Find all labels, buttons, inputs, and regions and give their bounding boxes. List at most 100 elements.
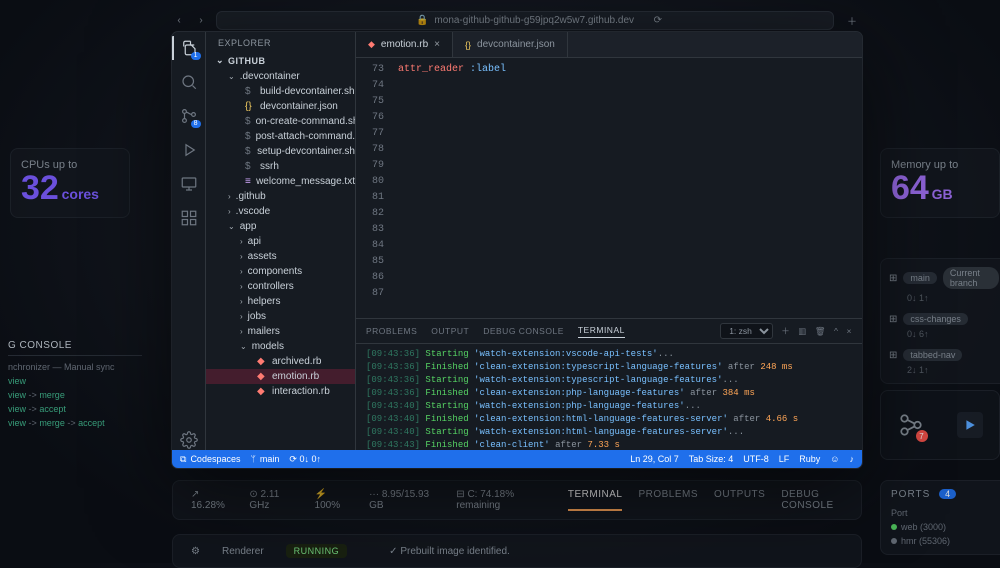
maximize-panel-icon[interactable]: ^ bbox=[834, 326, 839, 336]
tree-item[interactable]: ◆emotion.rb bbox=[206, 369, 355, 384]
metrics-tab[interactable]: DEBUG CONSOLE bbox=[781, 489, 843, 511]
tree-item[interactable]: $ on-create-command.sh bbox=[206, 114, 355, 129]
status-item[interactable]: Ln 29, Col 7 bbox=[630, 454, 679, 464]
close-panel-icon[interactable]: × bbox=[847, 326, 852, 336]
back-button[interactable]: ‹ bbox=[172, 15, 186, 26]
tree-label: helpers bbox=[248, 296, 281, 307]
address-bar[interactable]: 🔒 mona-github-github-g59jpq2w5w7.github.… bbox=[216, 11, 834, 30]
chevron-icon: ⌄ bbox=[240, 342, 247, 351]
graph-icon: 7 bbox=[898, 412, 924, 438]
repo-name: GITHUB bbox=[228, 56, 266, 66]
tree-item[interactable]: ›jobs bbox=[206, 309, 355, 324]
file-icon: $ bbox=[245, 116, 251, 127]
tree-item[interactable]: ›assets bbox=[206, 249, 355, 264]
play-button[interactable] bbox=[957, 412, 983, 438]
forward-button[interactable]: › bbox=[194, 15, 208, 26]
tree-item[interactable]: {}devcontainer.json bbox=[206, 99, 355, 114]
branch-row[interactable]: ⊞ css-changes bbox=[889, 313, 999, 325]
tree-item[interactable]: ⌄.devcontainer bbox=[206, 69, 355, 84]
lock-icon: 🔒 bbox=[416, 15, 428, 26]
explorer-icon[interactable]: 1 bbox=[179, 38, 199, 58]
tree-item[interactable]: $setup-devcontainer.sh bbox=[206, 144, 355, 159]
close-icon[interactable]: × bbox=[434, 39, 440, 50]
branch-icon: ᛘ bbox=[250, 454, 255, 464]
tree-item[interactable]: ›.github bbox=[206, 189, 355, 204]
editor-tab[interactable]: ◆ emotion.rb× bbox=[356, 32, 453, 57]
tree-item[interactable]: ⌄models bbox=[206, 339, 355, 354]
sync-subtitle: nchronizer — Manual sync bbox=[8, 360, 142, 374]
shell-selector[interactable]: 1: zsh bbox=[720, 323, 773, 339]
cpu-unit: cores bbox=[62, 186, 99, 202]
port-row[interactable]: hmr (55306) bbox=[891, 536, 997, 546]
code-line[interactable]: attr_reader :label bbox=[398, 62, 862, 78]
status-item[interactable]: ☺ bbox=[830, 454, 839, 464]
tree-item[interactable]: $ssrh bbox=[206, 159, 355, 174]
port-row[interactable]: web (3000) bbox=[891, 522, 997, 532]
status-item[interactable]: LF bbox=[779, 454, 790, 464]
tree-item[interactable]: ›mailers bbox=[206, 324, 355, 339]
source-control-icon[interactable]: 8 bbox=[179, 106, 199, 126]
branch-row[interactable]: ⊞ main Current branch bbox=[889, 267, 999, 289]
tree-item[interactable]: ◆archived.rb bbox=[206, 354, 355, 369]
status-item[interactable]: ♪ bbox=[850, 454, 855, 464]
tree-item[interactable]: ›api bbox=[206, 234, 355, 249]
search-icon[interactable] bbox=[179, 72, 199, 92]
editor-tab[interactable]: {} devcontainer.json bbox=[453, 32, 568, 57]
port-label: web (3000) bbox=[901, 522, 946, 532]
tree-item[interactable]: ›controllers bbox=[206, 279, 355, 294]
sync-status[interactable]: ⟳ 0↓ 0↑ bbox=[289, 454, 321, 465]
remote-explorer-icon[interactable] bbox=[179, 174, 199, 194]
refresh-icon[interactable]: ⟳ bbox=[654, 15, 662, 26]
ports-col-header: Port bbox=[891, 508, 997, 518]
new-terminal-icon[interactable]: ＋ bbox=[781, 325, 790, 337]
cpu-promo-card: CPUs up to 32 cores bbox=[10, 148, 130, 218]
tree-item[interactable]: ⌄app bbox=[206, 219, 355, 234]
run-debug-icon[interactable] bbox=[179, 140, 199, 160]
terminal-line: [09:43:36] Starting 'watch-extension:typ… bbox=[366, 374, 852, 387]
branch-row[interactable]: ⊞ tabbed-nav bbox=[889, 349, 999, 361]
tree-item[interactable]: $post-attach-command.sh bbox=[206, 129, 355, 144]
tree-item[interactable]: ›components bbox=[206, 264, 355, 279]
settings-gear-icon[interactable] bbox=[179, 430, 199, 450]
tree-label: welcome_message.txt bbox=[256, 176, 355, 187]
activity-bar: 1 8 bbox=[172, 32, 206, 450]
tab-label: devcontainer.json bbox=[477, 39, 555, 50]
codespaces-icon: ⧉ bbox=[180, 454, 186, 465]
tree-item[interactable]: ◆interaction.rb bbox=[206, 384, 355, 399]
sync-console-title: G CONSOLE bbox=[8, 340, 142, 356]
metrics-tab[interactable]: TERMINAL bbox=[568, 489, 623, 511]
metrics-tab[interactable]: OUTPUTS bbox=[714, 489, 765, 511]
tree-item[interactable]: ›helpers bbox=[206, 294, 355, 309]
kill-terminal-icon[interactable]: 🗑 bbox=[815, 326, 826, 337]
file-tree[interactable]: ⌄.devcontainer$build-devcontainer.sh{}de… bbox=[206, 69, 355, 450]
file-icon: {} bbox=[465, 40, 471, 50]
tree-item[interactable]: $build-devcontainer.sh bbox=[206, 84, 355, 99]
branch-tag: Current branch bbox=[943, 267, 999, 289]
sidebar-section[interactable]: ⌄ GITHUB bbox=[206, 52, 355, 69]
status-item[interactable]: Ruby bbox=[799, 454, 820, 464]
tree-item[interactable]: ›.vscode bbox=[206, 204, 355, 219]
code-editor[interactable]: 737475767778798081828384858687 attr_read… bbox=[356, 58, 862, 318]
terminal-output[interactable]: [09:43:36] Starting 'watch-extension:vsc… bbox=[356, 344, 862, 450]
panel-tab[interactable]: OUTPUT bbox=[431, 326, 469, 336]
status-item[interactable]: Tab Size: 4 bbox=[689, 454, 734, 464]
tree-item[interactable]: ≡welcome_message.txt bbox=[206, 174, 355, 189]
panel-tab[interactable]: DEBUG CONSOLE bbox=[483, 326, 564, 336]
tree-label: archived.rb bbox=[272, 356, 321, 367]
sync-text: ⟳ 0↓ 0↑ bbox=[289, 454, 321, 465]
status-item[interactable]: UTF-8 bbox=[743, 454, 769, 464]
codespaces-button[interactable]: ⧉ Codespaces bbox=[180, 454, 240, 465]
new-tab-button[interactable]: ＋ bbox=[842, 13, 862, 28]
extensions-icon[interactable] bbox=[179, 208, 199, 228]
tree-label: on-create-command.sh bbox=[256, 116, 355, 127]
branch-indicator[interactable]: ᛘ main bbox=[250, 454, 279, 464]
panel-tab[interactable]: TERMINAL bbox=[578, 325, 625, 338]
split-terminal-icon[interactable]: ▥ bbox=[798, 326, 807, 337]
metrics-tab[interactable]: PROBLEMS bbox=[638, 489, 698, 511]
editor-tabs: ◆ emotion.rb×{} devcontainer.json bbox=[356, 32, 862, 58]
line-number: 77 bbox=[356, 126, 384, 142]
chevron-icon: ⌄ bbox=[228, 72, 235, 81]
renderer-state: RUNNING bbox=[286, 544, 348, 558]
chevron-icon: ⌄ bbox=[228, 222, 235, 231]
panel-tab[interactable]: PROBLEMS bbox=[366, 326, 417, 336]
